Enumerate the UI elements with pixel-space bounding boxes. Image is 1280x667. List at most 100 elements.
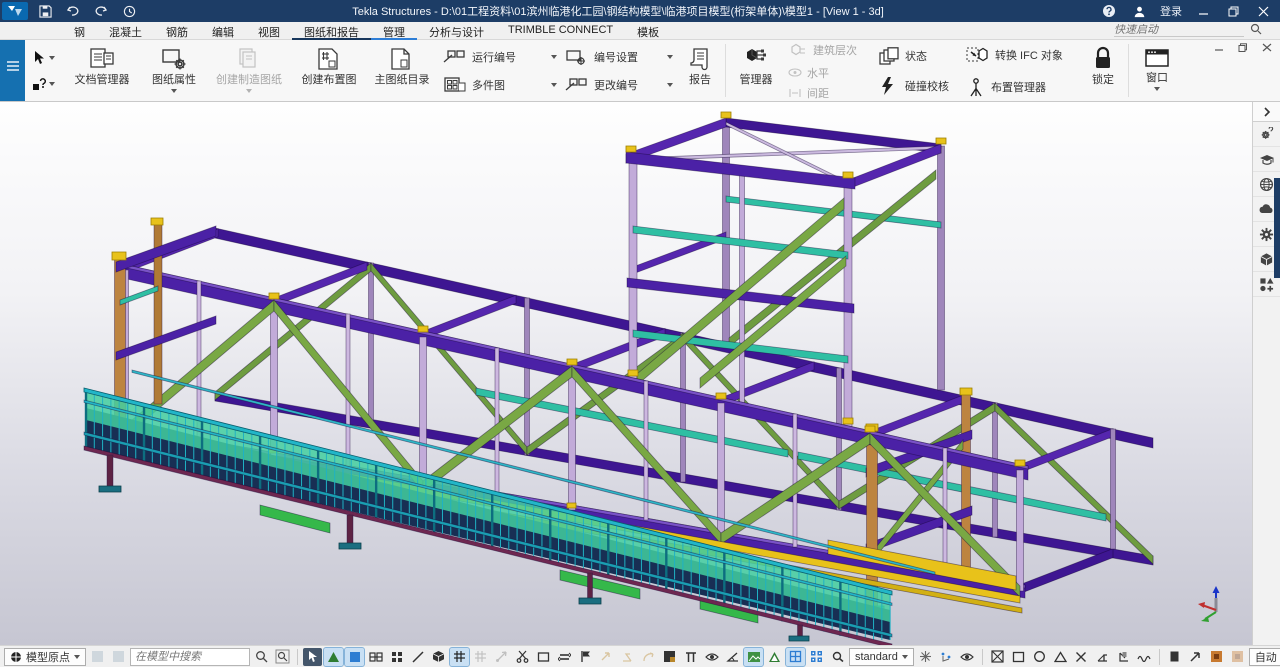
reports-button[interactable]: 报告 [677,40,723,101]
shadow-icon[interactable] [765,648,784,666]
model-search-icon[interactable] [252,648,271,666]
tab-template[interactable]: 模板 [625,22,671,40]
undo-icon[interactable] [62,3,84,19]
select-spiral-filter-icon[interactable] [1135,648,1154,666]
plane-button-1[interactable] [88,648,107,666]
select-all-filter-icon[interactable] [988,648,1007,666]
view-minimize-button[interactable] [1214,43,1224,55]
help-icon[interactable] [1096,2,1122,20]
model-3d-view[interactable] [0,102,1252,645]
magnet-icon[interactable] [828,648,847,666]
flag-icon[interactable] [576,648,595,666]
tab-analysis-design[interactable]: 分析与设计 [417,22,496,40]
hourglass-icon[interactable] [1165,648,1184,666]
tab-manage[interactable]: 管理 [371,22,417,40]
pattern-b-icon[interactable] [807,648,826,666]
clip-plane-icon[interactable] [534,648,553,666]
move-tool-icon[interactable] [618,648,637,666]
select-weld-filter-icon[interactable] [1072,648,1091,666]
tab-trimble-connect[interactable]: TRIMBLE CONNECT [496,22,625,40]
search-icon[interactable] [1250,23,1262,38]
snap-line-icon[interactable] [408,648,427,666]
quick-launch-input[interactable] [1114,24,1244,37]
snap-solid-icon[interactable] [429,648,448,666]
minimize-button[interactable] [1190,2,1216,20]
auto-plane-dropdown[interactable]: 自动 [1249,648,1280,666]
snowflake-icon[interactable] [916,648,935,666]
lock-button[interactable]: 锁定 [1080,40,1126,101]
close-button[interactable] [1250,2,1276,20]
grid-snap-icon[interactable] [450,648,469,666]
tab-drawings-reports[interactable]: 图纸和报告 [292,22,371,40]
select-parts-filter-icon[interactable] [1009,648,1028,666]
snap-component-icon[interactable] [366,648,385,666]
grid-plane-icon[interactable] [471,648,490,666]
save-icon[interactable] [34,3,56,19]
drawing-properties-button[interactable]: 图纸属性 [143,40,205,101]
rotate-tool-icon[interactable] [639,648,658,666]
tab-view[interactable]: 视图 [246,22,292,40]
point-handle-b-icon[interactable] [1228,648,1247,666]
horizontal-button[interactable]: 水平 [788,65,870,81]
create-layout-drawing-button[interactable]: 创建布置图 [293,40,365,101]
visibility-icon[interactable] [702,648,721,666]
support-gear-icon[interactable] [1253,122,1280,147]
snap-points-icon[interactable] [324,648,343,666]
redo-icon[interactable] [90,3,112,19]
standard-dropdown[interactable]: standard [849,648,914,666]
history-icon[interactable] [118,3,140,19]
user-icon[interactable] [1126,2,1152,20]
change-numbering-button[interactable]: 更改编号 [565,77,673,93]
side-pane-expand-button[interactable] [1253,102,1280,122]
multi-drawing-button[interactable]: 多件图 [443,77,557,93]
select-plane-filter-icon[interactable] [1114,648,1133,666]
app-menu-button[interactable] [0,40,25,101]
select-bolt-filter-icon[interactable] [1093,648,1112,666]
master-drawing-catalog-button[interactable]: 主图纸目录 [365,40,439,101]
layout-manager-button[interactable]: 布置管理器 [966,77,1076,97]
snap-dots-icon[interactable] [387,648,406,666]
cut-icon[interactable] [513,648,532,666]
status-button[interactable]: 状态 [878,47,958,65]
login-link[interactable]: 登录 [1156,3,1186,19]
copy-tool-icon[interactable] [597,648,616,666]
snap-grid-icon[interactable] [345,648,364,666]
window-button[interactable]: 窗口 [1131,40,1183,101]
pi-icon[interactable] [681,648,700,666]
tab-rebar[interactable]: 钢筋 [154,22,200,40]
select-surface-filter-icon[interactable] [1051,648,1070,666]
tab-edit[interactable]: 编辑 [200,22,246,40]
view-restore-button[interactable] [1238,43,1248,55]
eye-toggle-icon[interactable] [958,648,977,666]
clash-check-button[interactable]: 碰撞校核 [878,77,958,95]
advanced-search-icon[interactable] [273,648,292,666]
render-view-icon[interactable] [744,648,763,666]
select-points-filter-icon[interactable] [1030,648,1049,666]
numbering-settings-button[interactable]: 编号设置 [565,49,673,65]
smart-select-icon[interactable] [303,648,322,666]
angle-snap-icon[interactable] [723,648,742,666]
move-lines-icon[interactable] [555,648,574,666]
arrow-ne-icon[interactable] [1186,648,1205,666]
building-hierarchy-button[interactable]: 建筑层次 [788,41,870,59]
doc-manager-button[interactable]: 文档管理器 [61,40,143,101]
model-origin-dropdown[interactable]: 模型原点 [4,648,86,666]
restore-button[interactable] [1220,2,1246,20]
inquire-tool[interactable] [32,78,55,91]
tab-concrete[interactable]: 混凝土 [97,22,154,40]
education-cap-icon[interactable] [1253,147,1280,172]
snap-override-icon[interactable] [492,648,511,666]
organizer-button[interactable]: 管理器 [728,40,784,101]
convert-ifc-button[interactable]: 转换 IFC 对象 [966,45,1076,65]
plane-button-2[interactable] [109,648,128,666]
spacing-button[interactable]: 间距 [788,85,870,101]
model-search-input[interactable] [130,648,250,666]
pattern-a-icon[interactable] [786,648,805,666]
run-numbering-button[interactable]: 运行编号 [443,49,557,65]
create-fab-drawing-button[interactable]: 创建制造图纸 [205,40,293,101]
select-tool[interactable] [32,50,55,65]
drag-handles-icon[interactable] [937,648,956,666]
view-close-button[interactable] [1262,43,1272,55]
point-handle-a-icon[interactable] [1207,648,1226,666]
work-area-icon[interactable] [660,648,679,666]
